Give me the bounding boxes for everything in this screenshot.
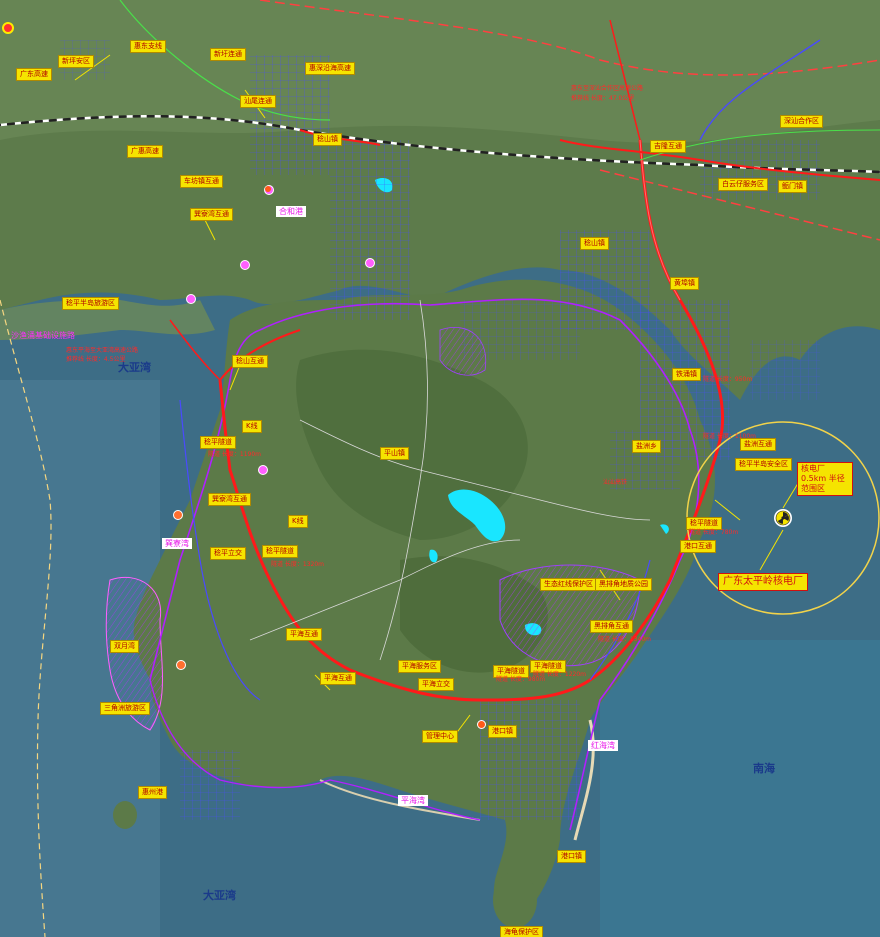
label-hebei: 白云仔服务区	[718, 178, 768, 191]
label-haisheng: 盐洲乡	[632, 440, 661, 453]
label-chedou: 车坊镇互通	[180, 175, 223, 188]
note-tunnel-2: 隧道 长度：1320m	[271, 561, 325, 568]
label-tunnel-rl: 稔平隧道	[262, 545, 298, 558]
label-pinghai-ic: 平海互通	[320, 672, 356, 685]
town-marker-icon[interactable]	[477, 720, 486, 729]
sea-label-dayawan-south: 大亚湾	[203, 889, 236, 902]
nuclear-plant-icon[interactable]	[774, 509, 792, 527]
note-len-a: 推荐线 长度：4.5公里	[66, 356, 126, 363]
label-fantang: K线	[288, 515, 308, 528]
label-jiali: 吉隆互通	[650, 140, 686, 153]
note-tunnel-8: 隧道 长度：950m	[703, 376, 753, 383]
island	[113, 801, 137, 829]
label-tunnel-left: 稔平隧道	[200, 436, 236, 449]
town-marker-icon[interactable]	[365, 258, 375, 268]
place-label-hehe: 合和港	[276, 206, 306, 217]
note-tunnel-3: 隧道 长度：1340m	[598, 636, 652, 643]
note-project-b: 推荐线 长度：47.0公里	[571, 95, 635, 102]
label-hongwan-link: 惠东支线	[130, 40, 166, 53]
town-marker-icon[interactable]	[173, 510, 183, 520]
note-tunnel-1: 隧道 长度：1190m	[208, 451, 262, 458]
label-gangkou-box: 港口镇	[488, 725, 517, 738]
label-jinghai: 稔山互通	[232, 355, 268, 368]
label-daqing: 平山镇	[380, 447, 409, 460]
note-rail: 汕汕高铁	[603, 479, 628, 486]
label-sanhe: 巽寮湾互通	[190, 208, 233, 221]
note-tunnel-7: 隧道 长度：1100m	[703, 433, 757, 440]
label-nuclear-distance: 核电厂0.5km 半径范围区	[797, 462, 853, 496]
label-aotou: 港口镇	[557, 850, 586, 863]
label-xingpu: 新坪安区	[58, 55, 94, 68]
label-shanwei-ic: 鲘门镇	[778, 180, 807, 193]
label-safety: 稔平半岛安全区	[735, 458, 792, 471]
label-renping-zone: 稔平半岛旅游区	[62, 297, 119, 310]
note-tunnel-6: 隧道 长度：780m	[689, 529, 739, 536]
map-canvas: 大亚湾 大亚湾 南海 红海湾 平海湾 巽寮湾 合和港 沙渔涌基础设施路 广东高速…	[0, 0, 880, 937]
label-eco: 生态红线保护区	[540, 578, 597, 591]
label-heipai-ic: 黑排角互通	[590, 620, 633, 633]
label-gaotan: 广惠高速	[127, 145, 163, 158]
sea-label-nanhai: 南海	[753, 762, 775, 775]
town-marker-icon[interactable]	[258, 465, 268, 475]
label-bridge: 港口互通	[680, 540, 716, 553]
label-tiedou: 铁涌镇	[672, 368, 701, 381]
label-geopark: 黑排角地质公园	[595, 578, 652, 591]
label-xunliao-ic: 巽寮湾互通	[208, 493, 251, 506]
town-marker-icon[interactable]	[176, 660, 186, 670]
town-marker-icon[interactable]	[2, 22, 14, 34]
label-guanli: 管理中心	[422, 730, 458, 743]
label-jingang: K线	[242, 420, 262, 433]
place-label-xunliao: 巽寮湾	[162, 538, 192, 549]
label-dayashan: 惠州港	[138, 786, 167, 799]
place-label-pinghai: 平海湾	[398, 795, 428, 806]
place-label-honghai: 红海湾	[588, 740, 618, 751]
label-junction: 稔平立交	[210, 547, 246, 560]
label-shuangyue: 双月湾	[110, 640, 139, 653]
note-tunnel-5: 隧道 长度：1220m	[533, 671, 587, 678]
label-haigui: 海龟保护区	[500, 926, 543, 937]
label-guangfeng: 广东高速	[16, 68, 52, 81]
town-marker-icon[interactable]	[240, 260, 250, 270]
label-nuclear-plant: 广东太平岭核电厂	[718, 573, 808, 591]
town-marker-icon[interactable]	[265, 186, 271, 192]
label-dongsheng: 三角洲旅游区	[100, 702, 150, 715]
note-project-a: 惠东至深汕合作区高速公路	[571, 85, 644, 92]
label-xinshan: 稔山镇	[313, 133, 342, 146]
label-pinghai-svc: 平海服务区	[398, 660, 441, 673]
label-renshan-box: 稔山镇	[580, 237, 609, 250]
label-shanwei-north: 惠深沿海高速	[305, 62, 355, 75]
label-east-ic: 深汕合作区	[780, 115, 823, 128]
label-huangbu: 黄埠镇	[670, 277, 699, 290]
label-dalong: 新圩连通	[210, 48, 246, 61]
place-label-huiyang: 沙渔涌基础设施路	[11, 331, 75, 340]
label-pinghai-box: 平海立交	[418, 678, 454, 691]
label-daxing: 平海互通	[286, 628, 322, 641]
town-marker-icon[interactable]	[186, 294, 196, 304]
label-shaoshan: 汕尾连通	[240, 95, 276, 108]
